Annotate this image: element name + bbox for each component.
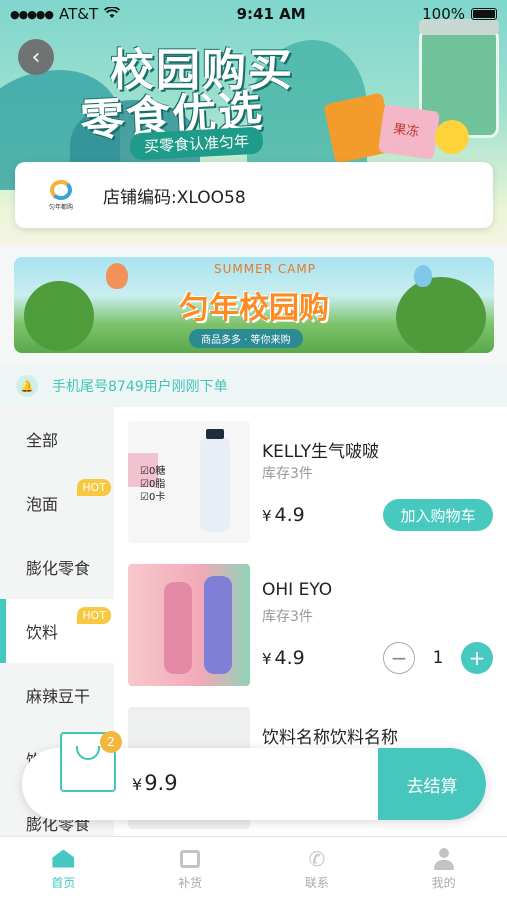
tab-profile[interactable]: 我的 <box>380 837 507 900</box>
carrier-label: AT&T <box>59 5 99 23</box>
product-stock: 库存3件 <box>262 466 313 482</box>
product-name: OHI EYO <box>262 580 333 600</box>
snack-ball-image <box>435 120 469 154</box>
battery-icon <box>471 8 497 20</box>
status-bar: ●●●●● AT&T 9:41 AM 100% <box>0 0 507 28</box>
replenish-icon <box>178 848 202 870</box>
tab-label: 首页 <box>51 875 76 890</box>
store-logo-name: 匀年都购 <box>48 203 73 211</box>
wifi-icon <box>104 5 121 23</box>
category-item[interactable]: 麻辣豆干 <box>0 663 114 727</box>
currency-symbol: ¥ <box>262 650 272 668</box>
tab-label: 补货 <box>178 875 203 890</box>
category-item[interactable]: 膨化零食 <box>0 535 114 599</box>
product-name: 饮料名称饮料名称 <box>262 728 398 748</box>
tab-replenish[interactable]: 补货 <box>127 837 254 900</box>
product-price: ¥4.9 <box>262 647 305 669</box>
chevron-left-icon: ‹ <box>31 44 41 70</box>
product-stock: 库存3件 <box>262 609 313 625</box>
decrease-quantity-button[interactable]: − <box>383 642 415 674</box>
cart-total-value: 9.9 <box>144 771 178 795</box>
clock: 9:41 AM <box>236 5 306 23</box>
store-code: 店铺编码:XLOO58 <box>103 187 246 208</box>
price-value: 4.9 <box>274 504 305 526</box>
notice-text: 手机尾号8749用户刚刚下单 <box>52 379 228 395</box>
home-icon <box>51 848 75 870</box>
snack-box-image: 果冻 <box>377 104 441 160</box>
product-price: ¥4.9 <box>262 504 305 526</box>
tab-label: 我的 <box>431 875 456 890</box>
checkout-button[interactable]: 去结算 <box>378 748 486 820</box>
product-image-text: ☑0糖 ☑0脂 ☑0卡 <box>140 466 166 503</box>
order-notice: 🔔 手机尾号8749用户刚刚下单 <box>0 365 507 407</box>
hot-badge: HOT <box>77 479 111 496</box>
category-label: 全部 <box>26 431 59 450</box>
quantity-stepper: − 1 + <box>383 642 493 674</box>
cart-count-badge: 2 <box>100 731 122 753</box>
currency-symbol: ¥ <box>262 507 272 525</box>
quantity-value: 1 <box>432 648 444 668</box>
tab-home[interactable]: 首页 <box>0 837 127 900</box>
bottom-tab-bar: 首页 补货 ✆ 联系 我的 <box>0 836 507 900</box>
category-label: 膨化零食 <box>26 559 91 578</box>
price-value: 4.9 <box>274 647 305 669</box>
category-label: 麻辣豆干 <box>26 687 91 706</box>
banner-title: 匀年校园购 <box>179 291 329 326</box>
hero-tagline: 买零食认准匀年 <box>129 126 264 161</box>
banner-subtitle: 商品多多 · 等你来购 <box>189 329 303 348</box>
category-item[interactable]: 泡面 HOT <box>0 471 114 535</box>
product-item[interactable]: OHI EYO 库存3件 ¥4.9 − 1 + <box>114 550 507 692</box>
store-info-card: 匀年都购 店铺编码:XLOO58 <box>15 162 493 228</box>
product-image: ☑0糖 ☑0脂 ☑0卡 <box>128 421 250 543</box>
product-image <box>128 564 250 686</box>
hot-badge: HOT <box>77 607 111 624</box>
category-label: 饮料 <box>26 623 59 642</box>
category-item[interactable]: 全部 <box>0 407 114 471</box>
promo-banner[interactable]: SUMMER CAMP 匀年校园购 商品多多 · 等你来购 <box>14 257 494 353</box>
product-name: KELLY生气啵啵 <box>262 442 379 462</box>
add-to-cart-button[interactable]: 加入购物车 <box>383 499 493 531</box>
cart-total: ¥9.9 <box>132 771 178 795</box>
back-button[interactable]: ‹ <box>18 39 54 75</box>
banner-camp-text: SUMMER CAMP <box>214 262 317 276</box>
increase-quantity-button[interactable]: + <box>461 642 493 674</box>
snack-box-label: 果冻 <box>392 121 421 141</box>
battery-percent: 100% <box>422 5 465 23</box>
category-item-active[interactable]: 饮料 HOT <box>0 599 114 663</box>
user-icon <box>432 847 456 870</box>
bell-icon: 🔔 <box>16 375 38 397</box>
product-item[interactable]: ☑0糖 ☑0脂 ☑0卡 KELLY生气啵啵 库存3件 ¥4.9 加入购物车 <box>114 407 507 549</box>
store-logo-mark <box>50 179 72 200</box>
category-label: 泡面 <box>26 495 59 514</box>
currency-symbol: ¥ <box>132 775 143 794</box>
tab-contact[interactable]: ✆ 联系 <box>254 837 381 900</box>
tab-label: 联系 <box>304 875 329 890</box>
store-logo: 匀年都购 <box>39 173 83 217</box>
signal-icon: ●●●●● <box>10 7 54 21</box>
phone-icon: ✆ <box>308 846 326 871</box>
